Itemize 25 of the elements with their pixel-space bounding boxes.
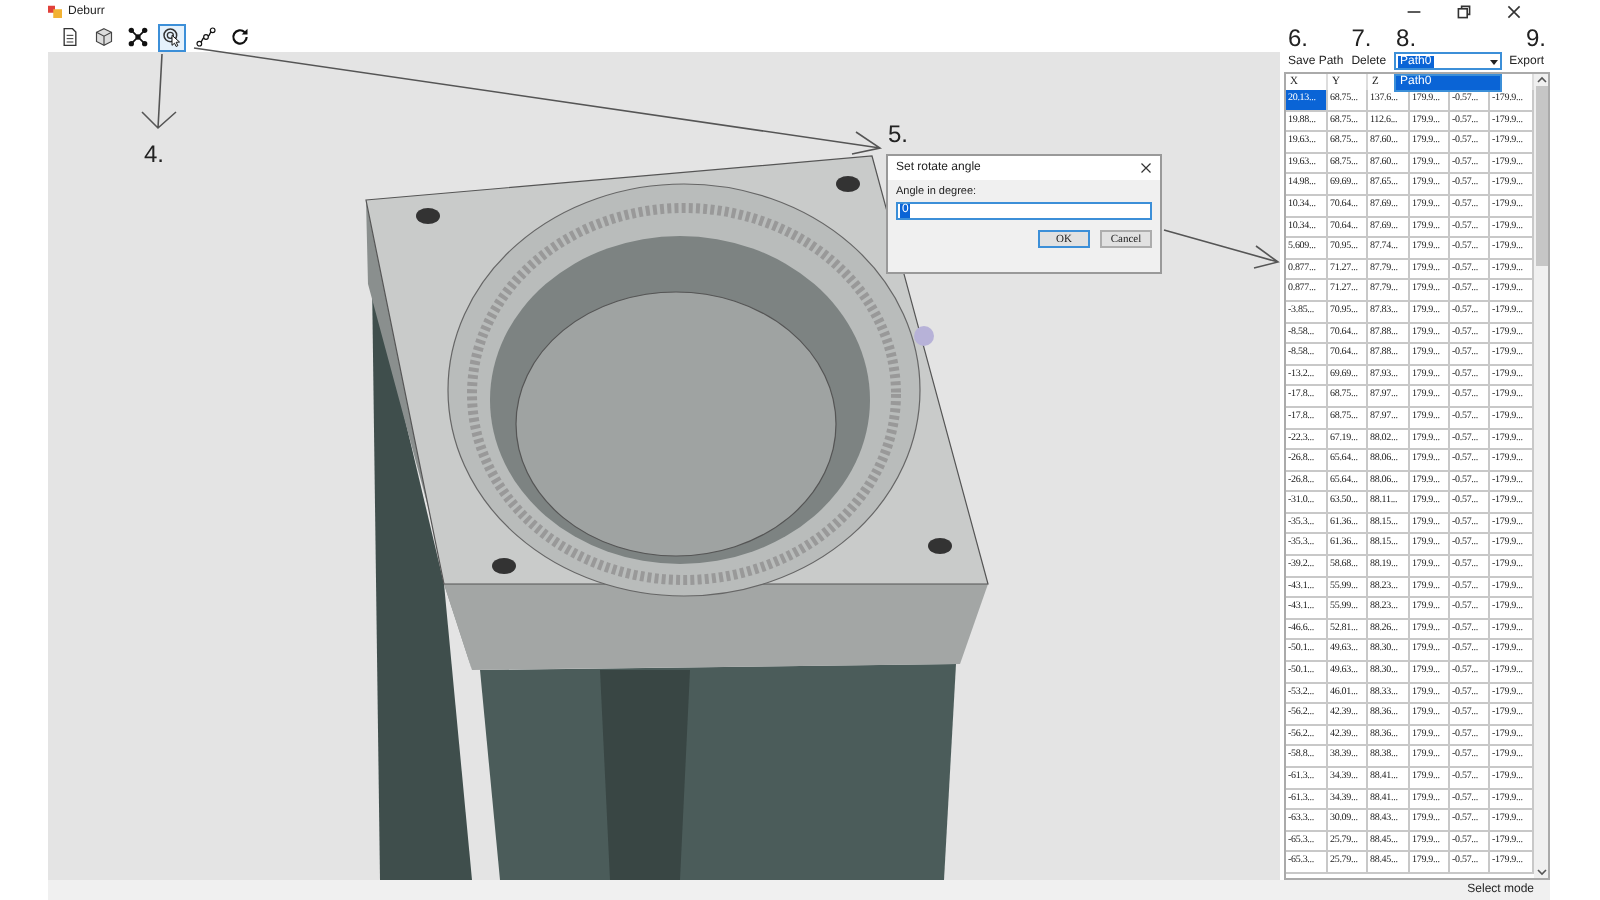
scroll-up-icon[interactable] [1535,74,1547,86]
restore-icon[interactable] [1456,3,1472,19]
callout-number: 7. [1349,26,1372,52]
refresh-tool-button[interactable] [226,23,254,51]
network-tool-button[interactable] [124,23,152,51]
cube-icon [94,26,114,48]
network-icon [128,26,148,48]
callout-number: 9. [1523,26,1546,52]
path-tool-button[interactable] [192,23,220,51]
callout-number: 6. [1286,26,1309,52]
caret-icon [1488,55,1501,67]
callout-number: 8. [1394,26,1417,52]
callout-number: 4. [144,140,165,168]
callout-arrow [1163,229,1280,269]
scrollbar[interactable] [1534,74,1548,878]
scroll-down-icon[interactable] [1535,866,1547,878]
rotate-tool-button[interactable] [158,23,186,51]
close-icon[interactable] [1506,3,1522,19]
app-icon [48,4,62,18]
callout-number: 5. [888,120,909,148]
callout-arrow [141,53,177,130]
close-icon[interactable] [1140,162,1152,174]
cube-tool-button[interactable] [90,23,118,51]
refresh-icon [230,26,250,48]
pointer-icon [162,26,182,48]
